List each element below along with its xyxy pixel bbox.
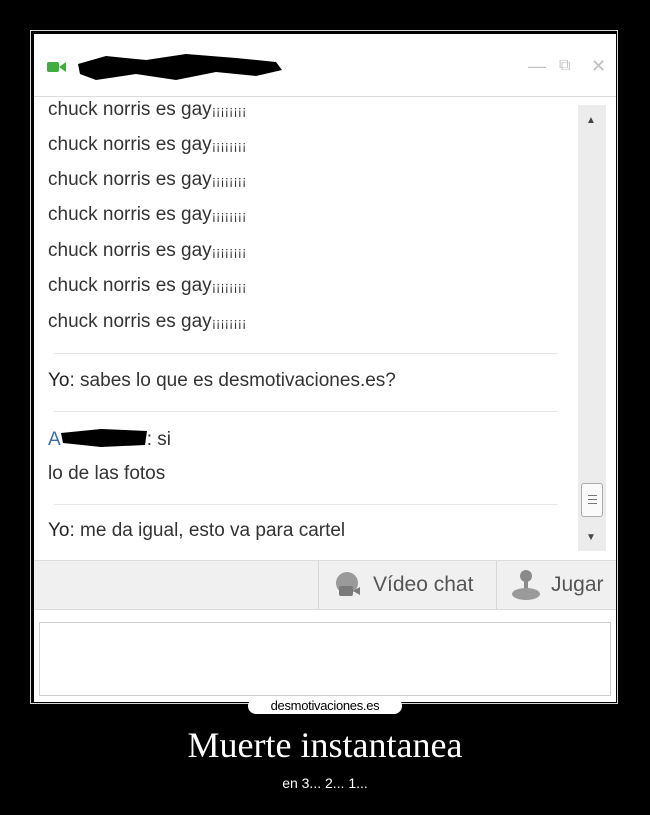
chat-titlebar: — ⧉ ✕ (34, 34, 616, 97)
redacted-sender-name (60, 429, 147, 447)
sender-name: Yo (48, 370, 70, 391)
video-camera-icon (47, 62, 66, 72)
site-logo: desmotivaciones.es (248, 698, 402, 714)
message-divider (54, 504, 558, 505)
scroll-down-icon[interactable]: ▼ (586, 532, 596, 543)
minimize-button[interactable]: — (528, 56, 546, 76)
video-chat-button[interactable]: Vídeo chat (318, 561, 497, 609)
scroll-thumb[interactable] (581, 483, 603, 517)
message-divider (54, 411, 558, 412)
sender-name: Yo (48, 520, 70, 541)
message-input[interactable] (39, 622, 611, 696)
message-line: chuck norris es gay¡¡¡¡¡¡¡¡ (48, 204, 247, 225)
message-line: chuck norris es gay¡¡¡¡¡¡¡¡ (48, 99, 247, 120)
poster-title: Muerte instantanea (187, 725, 463, 765)
message-line: chuck norris es gay¡¡¡¡¡¡¡¡ (48, 240, 247, 261)
redacted-contact-name (78, 54, 282, 80)
message-line: chuck norris es gay¡¡¡¡¡¡¡¡ (48, 134, 247, 155)
message-line: lo de las fotos (48, 463, 166, 484)
message-line: chuck norris es gay¡¡¡¡¡¡¡¡ (48, 275, 247, 296)
message-line: chuck norris es gay¡¡¡¡¡¡¡¡ (48, 169, 247, 190)
message-line: Yo: me da igual, esto va para cartel (48, 520, 346, 541)
chat-window: — ⧉ ✕ chuck norris es gay¡¡¡¡¡¡¡¡ chuck … (34, 34, 616, 702)
chat-toolbar: Vídeo chat Jugar (34, 560, 616, 610)
message-scrollbar[interactable]: ▲ ▼ (578, 105, 606, 551)
scroll-up-icon[interactable]: ▲ (586, 115, 596, 126)
message-divider (54, 353, 558, 354)
play-button[interactable]: Jugar (496, 561, 616, 609)
sender-name: A (48, 429, 61, 450)
message-line: Yo: sabes lo que es desmotivaciones.es? (48, 370, 396, 391)
close-button[interactable]: ✕ (591, 56, 606, 76)
joystick-icon (512, 570, 540, 600)
video-chat-icon (336, 572, 360, 596)
message-list: chuck norris es gay¡¡¡¡¡¡¡¡ chuck norris… (34, 97, 580, 552)
message-line: A: si (48, 429, 171, 450)
popout-button[interactable]: ⧉ (559, 56, 570, 76)
message-line: chuck norris es gay¡¡¡¡¡¡¡¡ (48, 311, 247, 332)
poster-subtitle: en 3... 2... 1... (282, 775, 368, 791)
